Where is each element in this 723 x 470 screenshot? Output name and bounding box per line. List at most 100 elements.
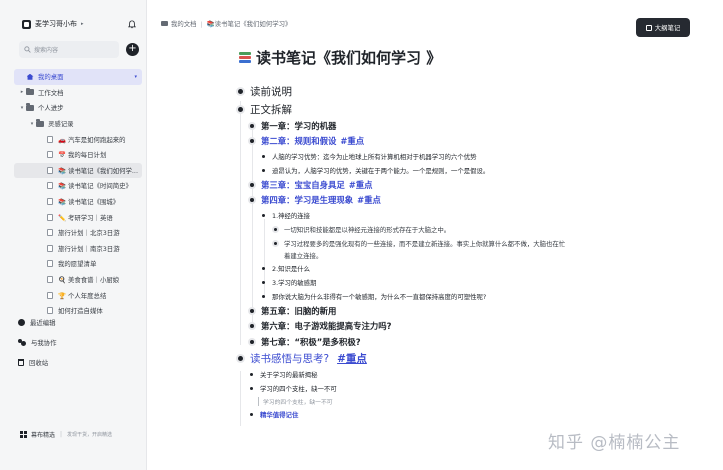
bullet-icon[interactable] [250,372,253,376]
nav-trash[interactable]: 回收站 [18,352,57,372]
tag-label[interactable]: #重点 [337,351,367,366]
sidebar-item-label: ✏️ 考研学习｜英语 [58,213,113,222]
outline-node-text: 读前说明 [250,86,292,99]
outline-node-text: 学习过程要多的是强化现有的一些连接，而不是建立新连接。事实上你就算什么都不做，大… [284,239,566,248]
bullet-icon[interactable] [262,294,265,298]
outline-note-button[interactable]: 大纲笔记 [636,18,690,37]
page-title[interactable]: 读书笔记《我们如何学习 》 [238,47,441,68]
bullet-icon[interactable] [262,266,265,270]
sidebar-item[interactable]: ✏️ 考研学习｜英语 [14,209,142,225]
bullet-icon[interactable] [262,154,265,158]
sidebar-item[interactable]: ▸ 工作文档 [14,85,142,101]
nav-recent[interactable]: 最近编辑 [18,312,57,332]
bullet-icon[interactable] [250,308,254,313]
sidebar-item[interactable]: ▾ 个人进步 [14,100,142,116]
outline-node[interactable]: 第二章：规则和假设 #重点 [238,134,708,150]
sidebar-item-label: 如何打造自媒体 [58,307,103,316]
page-title-text: 读书笔记《我们如何学习 》 [256,49,442,67]
bullet-icon[interactable] [250,198,254,203]
bullet-icon[interactable] [250,123,254,128]
bullet-icon[interactable] [274,227,277,231]
outline-node[interactable]: 人脑的学习优势：迄今为止地球上所有计算机相对于机器学习的六个优势 [238,149,708,163]
outline-node[interactable]: 1.神经的连接 [238,208,708,222]
bullet-icon[interactable] [250,386,253,390]
books-icon [238,51,252,65]
outline-node[interactable]: 学习过程要多的是强化现有的一些连接，而不是建立新连接。事实上你就算什么都不做，大… [238,236,708,250]
outline-node[interactable]: 第四章：学习是生理现象 #重点 [238,193,708,209]
outline-node[interactable]: 读前说明 [238,83,708,101]
workspace-logo-icon [22,19,31,29]
outline-node[interactable]: 一切知识和技能都是以神经元连接的形式存在于大脑之中。 [238,222,708,236]
workspace-caret-icon: ▸ [81,21,84,27]
expand-caret-icon[interactable]: ▾ [28,121,36,127]
outline-node-text: 第五章：旧脑的新用 [261,305,337,316]
outline-node[interactable]: 学习的四个支柱，缺一不可 [238,395,708,407]
bullet-icon[interactable] [238,355,243,361]
bullet-icon[interactable] [262,213,265,217]
sidebar-item[interactable]: ▾ 灵感记录 [14,116,142,132]
bullet-icon[interactable] [262,168,265,172]
featured-footer[interactable]: 幕布精选 | 发现干货，开启精选 [20,430,112,439]
workspace-switcher[interactable]: 麦学习哥小布 ▸ [22,19,84,29]
bullet-icon[interactable] [250,182,254,187]
bullet-icon[interactable] [250,324,254,329]
bell-icon[interactable] [128,20,136,29]
outline-node[interactable]: 第六章：电子游戏能提高专注力吗? [238,319,708,335]
sidebar-item[interactable]: 我的桌面 ▾ [14,69,142,85]
outline-node[interactable]: 关于学习的最新揭秘 [238,367,708,381]
sidebar-item[interactable]: 📚 读书笔记《我们如何学... [14,162,142,179]
sidebar-item[interactable]: 🚗 汽车是如何跑起来的 [14,131,142,147]
sidebar-item[interactable]: 🍳 美食食谱｜小厨娘 [14,272,142,288]
bullet-icon[interactable] [250,412,253,416]
outline-node[interactable]: 精华值得记住 [238,407,708,421]
sidebar-item[interactable]: 旅行计划｜南京3日游 [14,241,142,257]
outline-node[interactable]: 2.知识是什么 [238,261,708,275]
outline-node-text: 1.神经的连接 [272,211,311,220]
clock-icon [18,318,25,326]
sidebar-item[interactable]: 🏆 个人年度总结 [14,287,142,303]
tag-label[interactable]: #重点 [340,135,364,147]
outline-node[interactable]: 第七章：“积极”是多积极? [238,334,708,350]
outline-node[interactable]: 着建立连接。 [238,250,708,261]
bullet-icon[interactable] [238,106,243,112]
trash-icon [18,358,24,366]
breadcrumb-root[interactable]: 我的文档 [171,19,197,28]
outline-node[interactable]: 迪昂认为，人脑学习的优势，关键在于两个能力。一个是规则，一个是假设。 [238,163,708,177]
sidebar-item[interactable]: 我的愿望清单 [14,256,142,272]
outline-node[interactable]: 第三章：宝宝自身具足 #重点 [238,177,708,193]
sidebar-item[interactable]: 📚 读书笔记《围城》 [14,194,142,210]
sidebar-item-label: 灵感记录 [48,120,74,129]
expand-caret-icon[interactable]: ▾ [18,105,26,111]
sidebar-item-label: 🚗 汽车是如何跑起来的 [58,135,126,144]
add-button[interactable]: + [126,43,139,56]
nav-shared[interactable]: 与我协作 [18,332,57,352]
outline-node-text: 学习的四个支柱，缺一不可 [260,384,337,393]
bullet-icon[interactable] [274,241,277,245]
bullet-icon[interactable] [250,339,254,344]
search-input[interactable]: 搜索内容 [19,41,119,58]
nav-recent-label: 最近编辑 [30,318,56,327]
bullet-icon[interactable] [262,280,265,284]
dropdown-icon[interactable]: ▾ [134,74,137,80]
bullet-icon[interactable] [250,139,254,144]
expand-caret-icon[interactable]: ▸ [18,89,26,95]
outline-node[interactable]: 第五章：旧脑的新用 [238,303,708,319]
folder-icon [26,87,34,96]
workspace-name: 麦学习哥小布 [35,20,77,28]
tag-label[interactable]: #重点 [357,194,381,206]
outline-node[interactable]: 3.学习的敏感期 [238,275,708,289]
outline-node[interactable]: 那你说大脑为什么非得有一个敏感期，为什么不一直都保持高度的可塑性呢? [238,289,708,303]
outline-node[interactable]: 读书感悟与思考? #重点 [238,350,708,368]
outline-node-text: 第三章：宝宝自身具足 [261,179,345,190]
outline-node[interactable]: 学习的四个支柱，缺一不可 [238,381,708,395]
outline-node[interactable]: 第一章：学习的机器 [238,118,708,134]
bullet-icon[interactable] [238,89,243,95]
folder-icon [26,103,34,111]
tag-label[interactable]: #重点 [349,179,373,191]
sidebar-item[interactable]: 📅 我的每日计划 [14,147,142,163]
doc-icon [46,213,54,221]
outline-node-text: 第一章：学习的机器 [261,120,337,131]
sidebar-item[interactable]: 📚 读书笔记《时间简史》 [14,178,142,194]
sidebar-item[interactable]: 旅行计划｜北京3日游 [14,225,142,241]
outline-node[interactable]: 正文拆解 [238,101,708,119]
